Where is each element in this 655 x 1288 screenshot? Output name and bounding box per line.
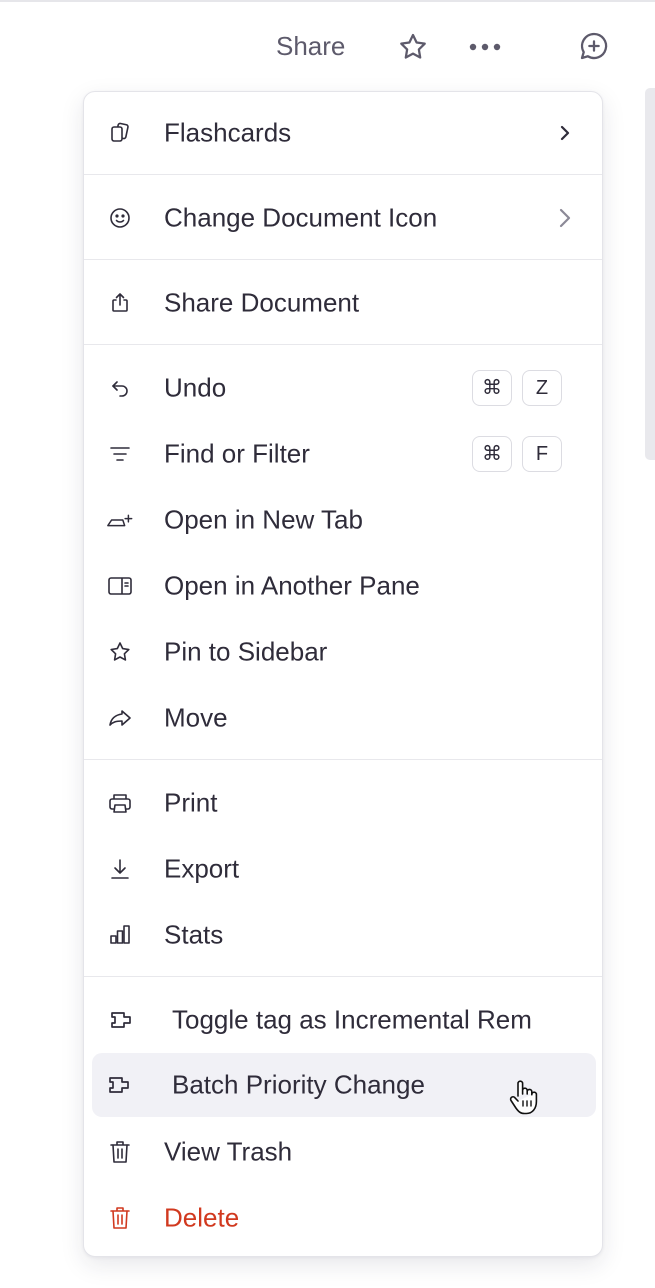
more-horizontal-icon[interactable]: [467, 30, 503, 64]
menu-item-stats[interactable]: Stats: [84, 902, 602, 968]
menu-item-label: Find or Filter: [164, 438, 310, 469]
menu-item-view-trash[interactable]: View Trash: [84, 1119, 602, 1185]
split-pane-icon: [106, 572, 134, 600]
star-icon[interactable]: [396, 30, 430, 64]
menu-item-export[interactable]: Export: [84, 836, 602, 902]
menu-item-change-document-icon[interactable]: Change Document Icon: [84, 185, 602, 251]
shortcut-key-z: Z: [522, 370, 562, 406]
download-icon: [106, 855, 134, 883]
menu-item-undo[interactable]: Undo ⌘ Z: [84, 355, 602, 421]
menu-item-print[interactable]: Print: [84, 770, 602, 836]
menu-item-label: Share Document: [164, 287, 360, 318]
menu-divider: [84, 259, 602, 260]
menu-item-label: Open in New Tab: [164, 504, 363, 535]
add-comment-icon[interactable]: [576, 28, 612, 64]
trash-icon: [106, 1138, 134, 1166]
menu-item-label: Undo: [164, 372, 227, 403]
star-outline-icon: [106, 638, 134, 666]
undo-icon: [106, 374, 134, 402]
menu-item-pin-to-sidebar[interactable]: Pin to Sidebar: [84, 619, 602, 685]
menu-divider: [84, 344, 602, 345]
shortcut-key-cmd: ⌘: [472, 370, 512, 406]
menu-item-move[interactable]: Move: [84, 685, 602, 751]
menu-item-label: Move: [164, 702, 228, 733]
share-upload-icon: [106, 289, 134, 317]
share-button[interactable]: Share: [276, 28, 345, 64]
menu-item-open-in-another-pane[interactable]: Open in Another Pane: [84, 553, 602, 619]
menu-divider: [84, 174, 602, 175]
menu-divider: [84, 759, 602, 760]
plugin-tag-icon: [106, 1071, 134, 1099]
menu-item-label: Pin to Sidebar: [164, 636, 328, 667]
menu-item-flashcards[interactable]: Flashcards: [84, 100, 602, 166]
menu-item-label: Export: [164, 853, 240, 884]
menu-item-find-or-filter[interactable]: Find or Filter ⌘ F: [84, 421, 602, 487]
chevron-right-icon: [558, 207, 572, 229]
menu-item-label: Flashcards: [164, 117, 292, 148]
move-arrow-icon: [106, 704, 134, 732]
menu-item-label: Open in Another Pane: [164, 570, 420, 601]
menu-item-share-document[interactable]: Share Document: [84, 270, 602, 336]
flashcards-icon: [106, 119, 134, 147]
menu-item-label: Batch Priority Change: [172, 1069, 425, 1100]
menu-item-open-in-new-tab[interactable]: Open in New Tab: [84, 487, 602, 553]
menu-item-label: Delete: [164, 1202, 240, 1233]
scrollbar[interactable]: [645, 88, 655, 460]
trash-icon: [106, 1204, 134, 1232]
top-border: [0, 0, 655, 2]
shortcut-key-f: F: [522, 436, 562, 472]
menu-item-label: Change Document Icon: [164, 202, 438, 233]
smiley-icon: [106, 204, 134, 232]
chevron-right-icon: [558, 123, 572, 143]
menu-item-label: View Trash: [164, 1136, 293, 1167]
printer-icon: [106, 789, 134, 817]
menu-item-label: Toggle tag as Incremental Rem: [172, 1004, 532, 1035]
hand-pointer-cursor-icon: [508, 1078, 542, 1123]
new-tab-icon: [106, 506, 134, 534]
menu-divider: [84, 976, 602, 977]
plugin-tag-icon: [108, 1006, 136, 1034]
menu-item-label: Print: [164, 787, 218, 818]
menu-item-toggle-incremental-rem[interactable]: Toggle tag as Incremental Rem: [84, 987, 602, 1053]
menu-item-label: Stats: [164, 919, 224, 950]
bar-chart-icon: [106, 921, 134, 949]
menu-item-delete[interactable]: Delete: [84, 1185, 602, 1251]
filter-lines-icon: [106, 440, 134, 468]
shortcut-key-cmd: ⌘: [472, 436, 512, 472]
